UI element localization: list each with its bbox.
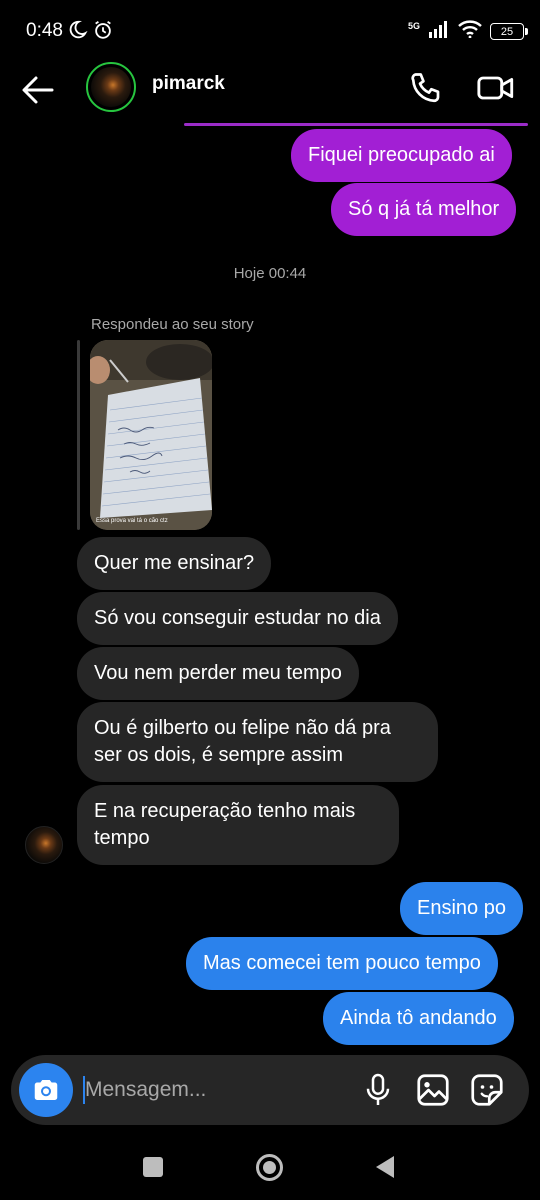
alarm-icon [92,19,114,46]
message-line: E na recuperação tenho mais [94,800,356,822]
system-nav-bar [0,1135,540,1200]
sticker-icon [471,1074,503,1106]
recent-apps-button[interactable] [143,1157,163,1177]
network-type: 5G [407,20,420,31]
contact-avatar[interactable] [86,62,136,112]
received-message[interactable]: E na recuperação tenho mais tempo [77,785,399,865]
story-image [90,340,212,530]
received-message[interactable]: Só vou conseguir estudar no dia [77,592,398,645]
voice-message-button[interactable] [363,1072,393,1108]
chat-header: pimarck [0,62,540,117]
previous-bubble-edge [184,123,528,126]
avatar-image [91,67,131,107]
timestamp: Hoje 00:44 [233,265,307,282]
sent-message[interactable]: Mas comecei tem pouco tempo [186,937,498,990]
back-button[interactable] [20,72,56,108]
sticker-button[interactable] [469,1072,505,1108]
received-message[interactable]: Vou nem perder meu tempo [77,647,359,700]
status-time: 0:48 [26,20,63,41]
sent-message[interactable]: Ensino po [400,882,523,935]
gallery-button[interactable] [415,1072,451,1108]
message-line: tempo [94,827,150,849]
contact-name[interactable]: pimarck [152,73,225,95]
reply-indicator-bar [77,340,80,530]
battery-indicator: 25 [490,23,528,40]
moon-icon [66,19,88,46]
story-thumbnail[interactable]: Essa prova vai tá o cão ctz [90,340,212,530]
video-camera-icon [477,76,514,100]
phone-icon [411,73,440,103]
sent-message[interactable]: Ainda tô andando [323,992,514,1045]
home-button[interactable] [256,1154,283,1181]
system-back-button[interactable] [376,1156,394,1178]
back-arrow-icon [22,76,54,104]
video-call-button[interactable] [476,70,516,106]
signal-icon [428,20,450,43]
message-line: ser os dois, é sempre assim [94,744,343,766]
wifi-icon [458,20,482,43]
microphone-icon [366,1073,390,1105]
message-composer [11,1055,529,1125]
voice-call-button[interactable] [408,70,444,106]
camera-button[interactable] [19,1063,73,1117]
received-message[interactable]: Ou é gilberto ou felipe não dá pra ser o… [77,702,438,782]
camera-icon [34,1080,58,1100]
sent-message[interactable]: Fiquei preocupado ai [291,129,512,182]
story-caption: Essa prova vai tá o cão ctz [96,518,168,524]
message-line: Ou é gilberto ou felipe não dá pra [94,717,391,739]
status-bar: 0:48 5G 25 [0,0,540,62]
sender-avatar[interactable] [25,826,63,864]
image-icon [417,1074,449,1106]
sent-message[interactable]: Só q já tá melhor [331,183,517,236]
story-reply-label: Respondeu ao seu story [91,316,254,333]
received-message[interactable]: Quer me ensinar? [77,537,272,590]
message-input[interactable] [85,1071,345,1109]
